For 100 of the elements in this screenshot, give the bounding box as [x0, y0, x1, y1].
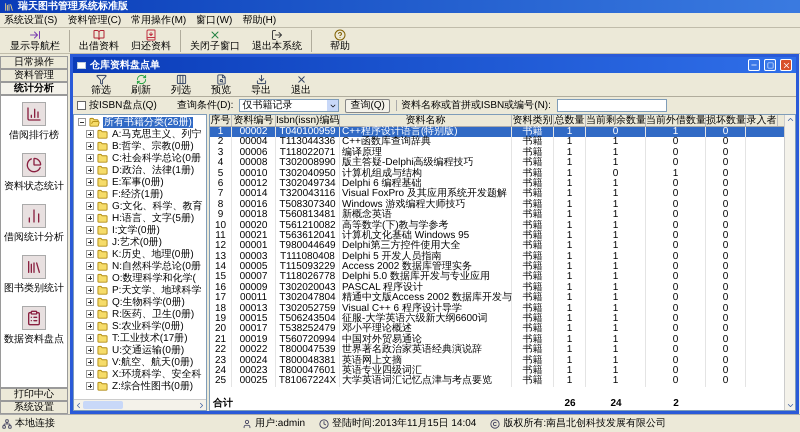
- tree-item[interactable]: S:农业科学(0册): [111, 320, 185, 332]
- checkbox[interactable]: [77, 101, 86, 110]
- tree-item[interactable]: T:工业技术(17册): [111, 332, 189, 344]
- toolbar-button[interactable]: 导出: [243, 74, 279, 96]
- expand-icon[interactable]: [86, 310, 94, 318]
- scroll-right-icon[interactable]: [197, 400, 206, 410]
- expand-icon[interactable]: [86, 370, 94, 378]
- column-header[interactable]: 资料名称: [340, 115, 512, 126]
- toolbar-button[interactable]: 关闭子窗口: [184, 29, 246, 52]
- scroll-left-icon[interactable]: [74, 400, 83, 410]
- expand-icon[interactable]: [86, 298, 94, 306]
- tree-item[interactable]: N:自然科学总论(0册: [111, 260, 202, 272]
- toolbar-button[interactable]: 退出本系统: [246, 29, 308, 52]
- tree-item[interactable]: B:哲学、宗教(0册): [111, 140, 195, 152]
- tree-item[interactable]: Q:生物科学(0册): [111, 296, 186, 308]
- toolbar-button[interactable]: 预览: [203, 74, 239, 96]
- sidebar-tab[interactable]: 打印中心: [0, 388, 68, 401]
- tree-item[interactable]: G:文化、科学、教育: [111, 200, 204, 212]
- maximize-button[interactable]: [764, 59, 776, 71]
- expand-icon[interactable]: [86, 226, 94, 234]
- expand-icon[interactable]: [86, 238, 94, 246]
- tree-item[interactable]: 所有书籍分类(26册): [103, 116, 193, 128]
- column-header[interactable]: 损坏数量: [706, 115, 746, 126]
- column-header[interactable]: 序号: [210, 115, 232, 126]
- expand-icon[interactable]: [86, 154, 94, 162]
- tree-item[interactable]: H:语言、文字(5册): [111, 212, 196, 224]
- expand-icon[interactable]: [86, 250, 94, 258]
- sidebar-item[interactable]: 借阅排行榜: [9, 102, 59, 141]
- tree-item[interactable]: R:医药、卫生(0册): [111, 308, 196, 320]
- menu-item[interactable]: 窗口(W): [196, 14, 232, 26]
- tree-item[interactable]: F:经济(1册): [111, 188, 164, 200]
- expand-icon[interactable]: [86, 358, 94, 366]
- collapse-icon[interactable]: [78, 118, 86, 126]
- tree-item[interactable]: Z:综合性图书(0册): [111, 380, 194, 392]
- expand-icon[interactable]: [86, 202, 94, 210]
- menu-item[interactable]: 常用操作(M): [131, 14, 186, 26]
- table-cell: T81067224X: [276, 376, 340, 387]
- tree-item[interactable]: A:马克思主义、列宁: [111, 128, 202, 140]
- sidebar-tab[interactable]: 系统设置: [0, 401, 68, 414]
- scroll-up-icon[interactable]: [786, 115, 794, 124]
- sidebar-item[interactable]: 资料状态统计: [4, 153, 64, 192]
- expand-icon[interactable]: [86, 130, 94, 138]
- sidebar-item[interactable]: 借阅统计分析: [4, 204, 64, 243]
- expand-icon[interactable]: [86, 322, 94, 330]
- expand-icon[interactable]: [86, 190, 94, 198]
- search-field[interactable]: [556, 99, 667, 112]
- toolbar-button[interactable]: 刷新: [123, 74, 159, 96]
- tree-item[interactable]: K:历史、地理(0册): [111, 248, 195, 260]
- expand-icon[interactable]: [86, 274, 94, 282]
- folder-icon: [97, 200, 108, 212]
- tree-item[interactable]: C:社会科学总论(0册: [111, 152, 202, 164]
- tree-item[interactable]: O:数理科学和化学(: [111, 272, 197, 284]
- tree-item[interactable]: P:天文学、地球科学: [111, 284, 202, 296]
- sidebar-tab[interactable]: 统计分析: [0, 82, 68, 95]
- tree-item[interactable]: X:环境科学、安全科: [111, 368, 202, 380]
- tree-item[interactable]: U:交通运输(0册): [111, 344, 186, 356]
- column-header[interactable]: Isbn(issn)编码: [276, 115, 340, 126]
- expand-icon[interactable]: [86, 382, 94, 390]
- vertical-scrollbar[interactable]: [784, 115, 795, 410]
- toolbar-button[interactable]: 出借资料: [73, 29, 125, 52]
- sidebar-tab[interactable]: 资料管理: [0, 69, 68, 82]
- expand-icon[interactable]: [86, 334, 94, 342]
- column-header[interactable]: 当前剩余数量: [586, 115, 646, 126]
- tree-item[interactable]: I:文学(0册): [111, 224, 161, 236]
- tree-item[interactable]: D:政治、法律(1册): [111, 164, 196, 176]
- toolbar-button[interactable]: 帮助: [315, 29, 365, 52]
- tree-item[interactable]: V:航空、航天(0册): [111, 356, 194, 368]
- tree-item[interactable]: E:军事(0册): [111, 176, 165, 188]
- expand-icon[interactable]: [86, 178, 94, 186]
- tree-item[interactable]: J:艺术(0册): [111, 236, 163, 248]
- menu-item[interactable]: 系统设置(S): [4, 14, 58, 26]
- scroll-down-icon[interactable]: [786, 401, 794, 410]
- toolbar-button[interactable]: 归还资料: [125, 29, 177, 52]
- toolbar-button[interactable]: 列选: [163, 74, 199, 96]
- column-header[interactable]: 资料编号: [232, 115, 276, 126]
- menu-item[interactable]: 资料管理(C): [67, 14, 122, 26]
- column-header[interactable]: 资料类别: [512, 115, 554, 126]
- expand-icon[interactable]: [86, 262, 94, 270]
- close-button[interactable]: [780, 59, 792, 71]
- preview-icon: [216, 74, 226, 84]
- query-button[interactable]: 查询(Q): [345, 98, 390, 112]
- minimize-button[interactable]: [748, 59, 760, 71]
- sidebar-tab[interactable]: 日常操作: [0, 56, 68, 69]
- menu-item[interactable]: 帮助(H): [242, 14, 276, 26]
- sidebar-item[interactable]: 数据资料盘点: [4, 306, 64, 345]
- sidebar-item[interactable]: 图书类别统计: [4, 255, 64, 294]
- expand-icon[interactable]: [86, 142, 94, 150]
- expand-icon[interactable]: [86, 166, 94, 174]
- toolbar-button[interactable]: 退出: [283, 74, 319, 96]
- toolbar-button[interactable]: 筛选: [83, 74, 119, 96]
- toolbar-button[interactable]: 显示导航栏: [4, 29, 66, 52]
- column-header[interactable]: 录入者: [746, 115, 778, 126]
- horizontal-scrollbar[interactable]: [74, 399, 206, 410]
- help-icon: [334, 29, 346, 41]
- column-header[interactable]: 当前外借数量: [646, 115, 706, 126]
- expand-icon[interactable]: [86, 214, 94, 222]
- expand-icon[interactable]: [86, 286, 94, 294]
- condition-dropdown[interactable]: 仅书籍记录: [239, 99, 340, 112]
- expand-icon[interactable]: [86, 346, 94, 354]
- column-header[interactable]: 总数量: [554, 115, 586, 126]
